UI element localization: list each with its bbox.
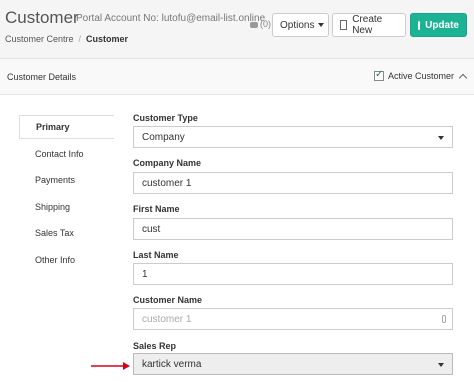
sales-rep-label: Sales Rep xyxy=(133,341,177,351)
update-button[interactable]: Update xyxy=(410,13,467,37)
tab-payments[interactable]: Payments xyxy=(19,168,114,192)
sales-rep-select[interactable]: kartick verma xyxy=(133,353,453,375)
company-name-value: customer 1 xyxy=(142,177,192,189)
portal-account-text: Portal Account No: lutofu@email-list.onl… xyxy=(76,13,266,24)
breadcrumb-root-link[interactable]: Customer Centre xyxy=(5,34,74,44)
options-label: Options xyxy=(280,19,315,31)
active-customer-toggle[interactable]: Active Customer xyxy=(374,69,455,81)
tab-shipping[interactable]: Shipping xyxy=(19,195,114,219)
breadcrumb-separator: / xyxy=(78,34,82,44)
update-label: Update xyxy=(425,19,459,31)
last-name-input[interactable]: 1 xyxy=(133,263,453,285)
create-new-button[interactable]: Create New xyxy=(332,13,406,37)
first-name-value: cust xyxy=(142,223,161,235)
first-name-input[interactable]: cust xyxy=(133,218,453,240)
tab-contact-info[interactable]: Contact Info xyxy=(19,142,114,166)
tab-other-info[interactable]: Other Info xyxy=(19,248,114,272)
last-name-label: Last Name xyxy=(133,250,179,260)
customer-type-label: Customer Type xyxy=(133,113,198,123)
last-name-value: 1 xyxy=(142,268,148,280)
active-customer-checkbox[interactable] xyxy=(374,69,384,81)
customer-name-label: Customer Name xyxy=(133,295,203,305)
company-name-input[interactable]: customer 1 xyxy=(133,172,453,194)
customer-name-placeholder: customer 1 xyxy=(142,313,192,325)
breadcrumb-current: Customer xyxy=(86,34,129,44)
caret-down-icon xyxy=(318,23,325,27)
options-button[interactable]: Options xyxy=(272,13,329,37)
sales-rep-value: kartick verma xyxy=(142,358,202,370)
tab-primary[interactable]: Primary xyxy=(19,115,114,139)
tab-sales-tax[interactable]: Sales Tax xyxy=(19,221,114,245)
panel-title: Customer Details xyxy=(7,72,77,82)
panel-header: Customer Details Active Customer xyxy=(0,59,474,95)
customer-type-value: Company xyxy=(142,131,185,143)
breadcrumb: Customer Centre / Customer xyxy=(5,34,128,44)
page-title: Customer xyxy=(5,8,79,27)
customer-type-select[interactable]: Company xyxy=(133,126,453,148)
customer-details-panel: Customer Details Active Customer Primary… xyxy=(0,58,474,382)
active-customer-label: Active Customer xyxy=(388,71,455,81)
pin-icon xyxy=(442,315,446,323)
customer-name-input[interactable]: customer 1 xyxy=(133,308,453,330)
save-icon xyxy=(418,20,426,30)
arrow-right-icon xyxy=(91,362,130,370)
comment-icon xyxy=(250,21,258,28)
company-name-label: Company Name xyxy=(133,158,202,168)
create-new-label: Create New xyxy=(352,14,383,36)
top-bar: Customer Portal Account No: lutofu@email… xyxy=(0,0,474,52)
first-name-label: First Name xyxy=(133,204,180,214)
chevron-up-icon[interactable] xyxy=(458,73,468,83)
comments-count: (0) xyxy=(260,19,271,29)
comments-button[interactable]: (0) xyxy=(250,19,271,29)
document-icon xyxy=(340,20,348,30)
